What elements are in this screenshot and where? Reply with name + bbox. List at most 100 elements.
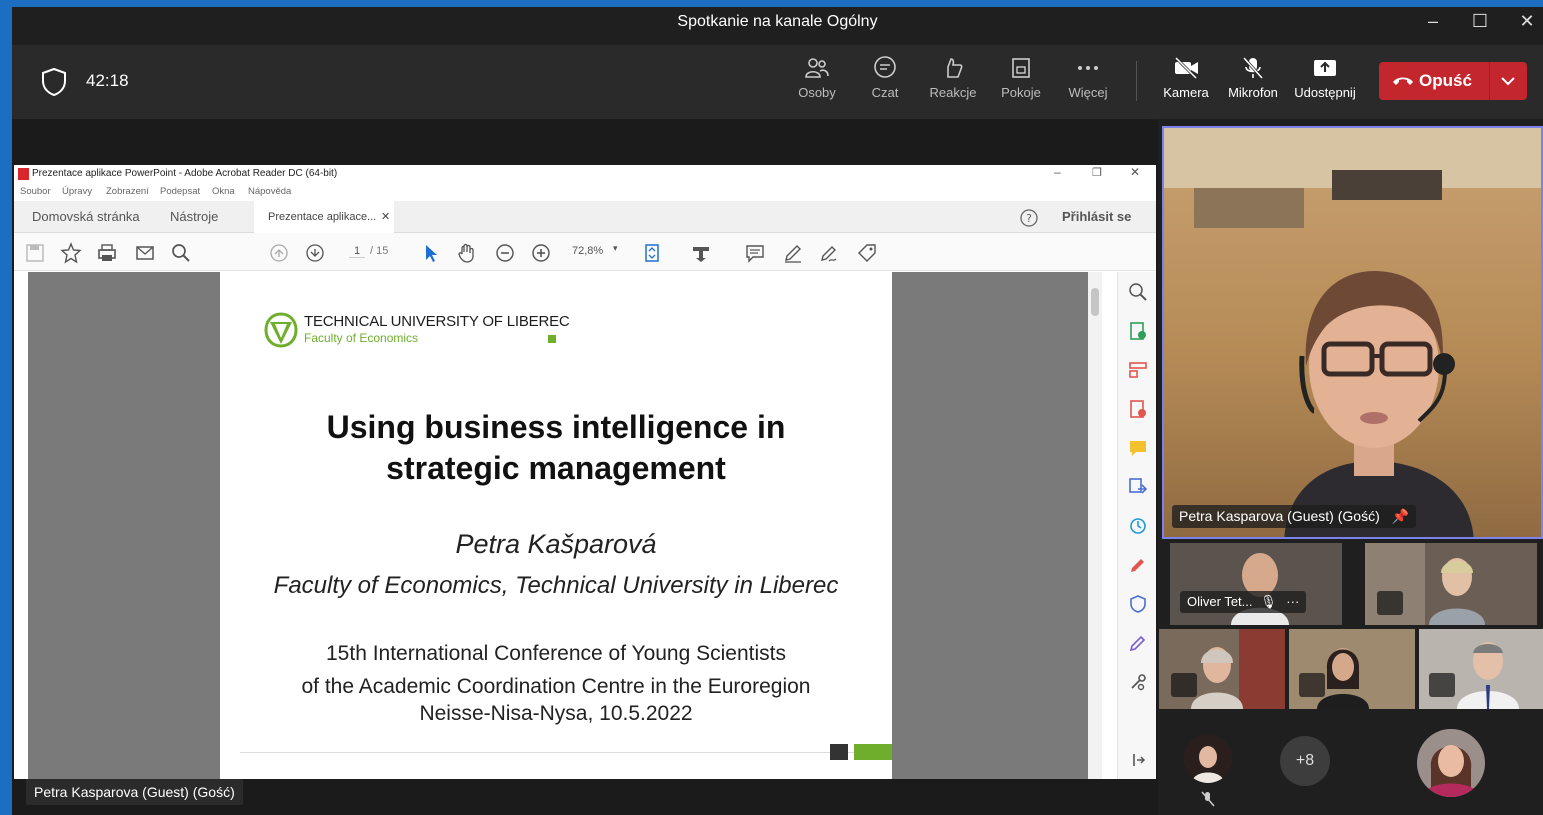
zoom-chevron-icon[interactable]: ▾ xyxy=(613,243,618,254)
participant-2-mic-off-icon xyxy=(1377,591,1403,615)
chevron-down-icon[interactable] xyxy=(1499,71,1517,91)
menu-soubor[interactable]: Soubor xyxy=(20,186,51,197)
bookmark-star-icon[interactable] xyxy=(60,242,82,264)
participant-6-avatar[interactable] xyxy=(1184,735,1232,783)
stamp-icon[interactable] xyxy=(690,242,712,264)
tab-document[interactable]: Prezentace aplikace... ✕ xyxy=(254,201,394,233)
menu-zobrazeni[interactable]: Zobrazení xyxy=(106,186,149,197)
page-number-input[interactable]: 1 xyxy=(349,245,365,258)
author-affiliation: Faculty of Economics, Technical Universi… xyxy=(273,572,839,599)
camera-button[interactable]: Kamera xyxy=(1153,55,1219,100)
active-speaker-name-tag: Petra Kasparova (Guest) (Gość) 📌 xyxy=(1172,505,1417,528)
oliver-more-icon[interactable]: ··· xyxy=(1286,594,1299,609)
participant-3-avatar xyxy=(1191,647,1243,709)
tab-tools[interactable]: Nástroje xyxy=(170,209,218,224)
page-up-icon[interactable] xyxy=(268,242,290,264)
video-window-shape xyxy=(1332,170,1442,200)
share-button[interactable]: Udostępnij xyxy=(1292,55,1358,100)
people-label: Osoby xyxy=(798,85,836,100)
participant-7-photo-icon xyxy=(1417,729,1485,797)
more-button[interactable]: Więcej xyxy=(1055,55,1121,100)
request-signature-icon[interactable] xyxy=(1128,633,1148,653)
tag-icon[interactable] xyxy=(856,242,878,264)
close-tab-icon[interactable]: ✕ xyxy=(381,210,390,223)
participant-tile-oliver[interactable]: Oliver Tet... 🎙 ··· xyxy=(1170,543,1342,625)
close-window-button[interactable]: ✕ xyxy=(1512,11,1542,32)
zoom-level-select[interactable]: 72,8% xyxy=(572,245,603,257)
tab-home[interactable]: Domovská stránka xyxy=(32,209,140,224)
mail-icon[interactable] xyxy=(134,242,156,264)
share-file-icon[interactable] xyxy=(1128,477,1148,497)
zoom-in-icon[interactable] xyxy=(530,242,552,264)
participant-tile-2[interactable] xyxy=(1365,543,1537,625)
minimize-button[interactable]: – xyxy=(1418,11,1448,32)
comment-tool-icon[interactable] xyxy=(1128,438,1148,458)
page-down-icon[interactable] xyxy=(304,242,326,264)
save-icon[interactable] xyxy=(24,242,46,264)
chat-button[interactable]: Czat xyxy=(852,55,918,100)
menu-okna[interactable]: Okna xyxy=(212,186,235,197)
microphone-label: Mikrofon xyxy=(1228,85,1278,100)
menu-upravy[interactable]: Úpravy xyxy=(62,186,92,197)
conference-line3: Neisse-Nisa-Nysa, 10.5.2022 xyxy=(419,702,693,725)
microphone-button[interactable]: Mikrofon xyxy=(1220,55,1286,100)
participant-tile-4[interactable] xyxy=(1289,629,1415,709)
reactions-button[interactable]: Reakcje xyxy=(920,55,986,100)
maximize-button[interactable]: ☐ xyxy=(1465,11,1495,32)
print-icon[interactable] xyxy=(96,242,118,264)
rooms-button[interactable]: Pokoje xyxy=(988,55,1054,100)
acrobat-restore-button[interactable]: ❐ xyxy=(1092,166,1102,179)
scroll-thumb[interactable] xyxy=(1091,288,1099,316)
slide-title-line2: strategic management xyxy=(386,450,726,486)
page-total: / 15 xyxy=(370,245,389,257)
people-button[interactable]: Osoby xyxy=(784,55,850,100)
logo-square xyxy=(548,335,556,343)
reactions-icon xyxy=(947,58,963,78)
zoom-tool-icon[interactable] xyxy=(1128,282,1148,302)
select-cursor-icon[interactable] xyxy=(420,242,442,264)
sign-icon[interactable] xyxy=(818,242,840,264)
vertical-scrollbar[interactable] xyxy=(1088,272,1102,779)
login-link[interactable]: Přihlásit se xyxy=(1062,209,1131,224)
acrobat-toolbar: 1 / 15 72,8% ▾ xyxy=(14,233,1156,271)
video-wall-shelf xyxy=(1194,188,1304,228)
leave-divider xyxy=(1489,62,1490,100)
participant-tile-3[interactable] xyxy=(1159,629,1285,709)
tul-logo-icon xyxy=(264,312,298,348)
export-pdf-icon[interactable] xyxy=(1128,321,1148,341)
acrobat-close-button[interactable]: ✕ xyxy=(1130,165,1140,179)
more-participants-button[interactable]: +8 xyxy=(1280,736,1330,786)
leave-button[interactable]: Opuść xyxy=(1379,62,1527,100)
participant-4-mic-off-icon xyxy=(1299,673,1325,697)
title-bar: Spotkanie na kanale Ogólny – ☐ ✕ xyxy=(12,7,1543,43)
active-speaker-video[interactable]: Petra Kasparova (Guest) (Gość) 📌 xyxy=(1162,126,1543,539)
organize-pages-icon[interactable] xyxy=(1128,360,1148,380)
hand-tool-icon[interactable] xyxy=(456,242,478,264)
more-tools-icon[interactable] xyxy=(1128,672,1148,692)
zoom-out-icon[interactable] xyxy=(494,242,516,264)
meeting-timer: 42:18 xyxy=(86,71,129,90)
rooms-icon xyxy=(1012,58,1030,78)
meeting-toolbar: 42:18 Osoby Czat Reakcje Pokoje Więcej K… xyxy=(12,45,1543,119)
help-icon[interactable]: ? xyxy=(1020,209,1038,227)
comment-icon[interactable] xyxy=(744,242,766,264)
participant-7-avatar[interactable] xyxy=(1417,729,1485,797)
document-canvas: TECHNICAL UNIVERSITY OF LIBEREC Faculty … xyxy=(28,272,1099,779)
active-speaker-name: Petra Kasparova (Guest) (Gość) xyxy=(1179,508,1380,524)
pencil-icon[interactable] xyxy=(782,242,804,264)
search-icon[interactable] xyxy=(170,242,192,264)
send-track-icon[interactable] xyxy=(1128,516,1148,536)
menu-napoveda[interactable]: Nápověda xyxy=(248,186,291,197)
acrobat-window: Prezentace aplikace PowerPoint - Adobe A… xyxy=(14,165,1156,779)
fill-sign-icon[interactable] xyxy=(1128,555,1148,575)
pin-icon[interactable]: 📌 xyxy=(1392,508,1409,524)
rooms-label: Pokoje xyxy=(1001,85,1041,100)
protect-icon[interactable] xyxy=(1128,594,1148,614)
acrobat-minimize-button[interactable]: – xyxy=(1054,165,1061,179)
create-pdf-icon[interactable] xyxy=(1128,399,1148,419)
collapse-panel-icon[interactable] xyxy=(1128,750,1148,770)
participant-tile-5[interactable] xyxy=(1419,629,1543,709)
menu-podepsat[interactable]: Podepsat xyxy=(160,186,200,197)
window-title: Spotkanie na kanale Ogólny xyxy=(677,13,878,30)
fit-page-icon[interactable] xyxy=(642,242,664,264)
